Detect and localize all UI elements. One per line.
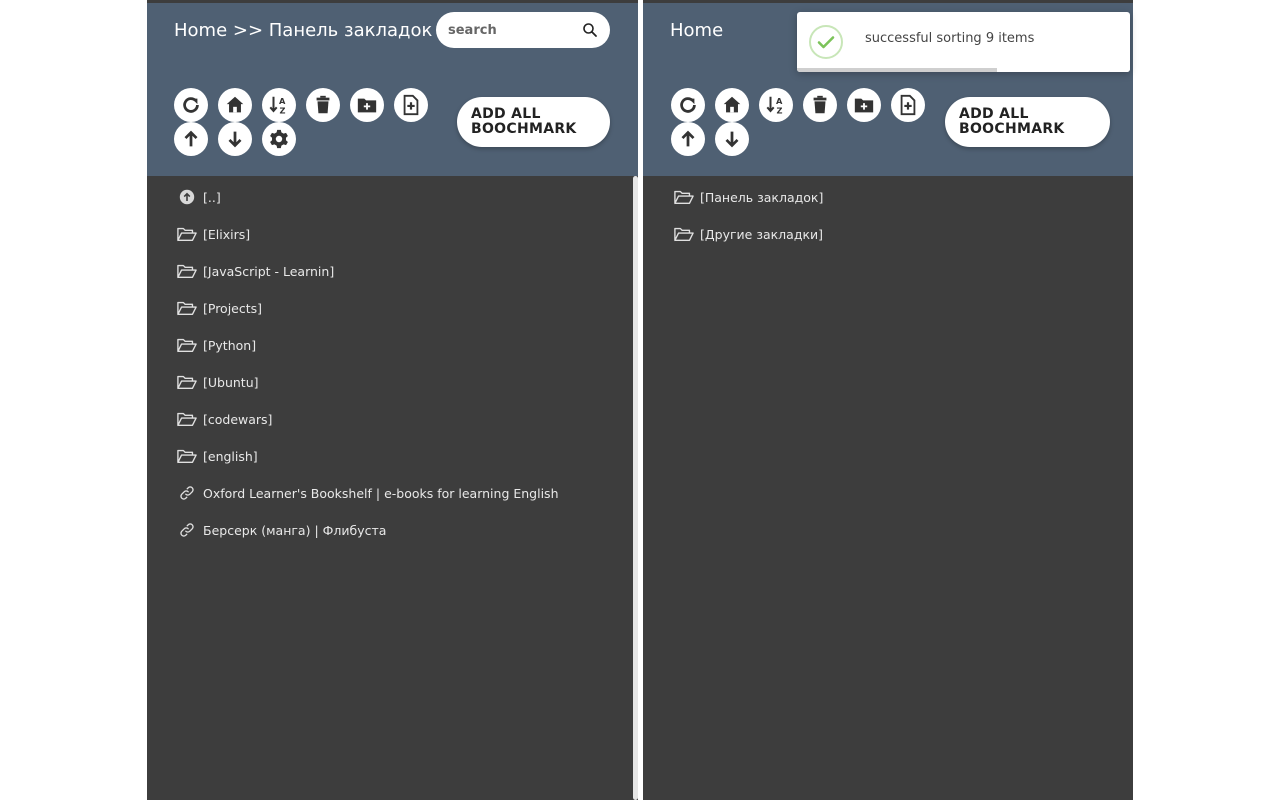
home-icon (723, 96, 741, 113)
move-up-button[interactable] (671, 122, 705, 156)
list-item-label: [Elixirs] (203, 226, 251, 242)
add-all-bookmarks-button[interactable]: ADD ALL BOOCHMARK (945, 97, 1110, 147)
trash-icon (316, 95, 330, 114)
up-circle-icon (179, 189, 195, 205)
left-header: Home >> Панель закладок AZ (147, 3, 638, 176)
toast-notification[interactable]: successful sorting 9 items (797, 12, 1130, 72)
list-item-label: [Другие закладки] (700, 226, 824, 242)
folder-icon (674, 227, 694, 242)
refresh-icon (680, 97, 696, 113)
folder-icon (177, 412, 197, 427)
add-folder-button[interactable] (847, 88, 881, 122)
list-item-label: [..] (203, 189, 221, 205)
sort-button[interactable]: AZ (262, 88, 296, 122)
toast-progress-track (797, 68, 1130, 72)
search-icon[interactable] (582, 22, 598, 38)
add-bookmark-icon (403, 94, 419, 116)
folder-icon (177, 338, 197, 353)
svg-text:Z: Z (776, 105, 782, 115)
list-item-label: [codewars] (203, 411, 273, 427)
breadcrumb[interactable]: Home (670, 19, 723, 43)
home-button[interactable] (715, 88, 749, 122)
list-item-label: [JavaScript - Learnin] (203, 263, 335, 279)
folder-icon (177, 301, 197, 316)
link-icon (180, 523, 194, 537)
list-item[interactable]: [english] (177, 445, 258, 467)
add-bookmark-icon (900, 94, 916, 116)
search-input[interactable] (448, 22, 576, 38)
list-item-label: [Projects] (203, 300, 263, 316)
sort-button[interactable]: AZ (759, 88, 793, 122)
refresh-button[interactable] (174, 88, 208, 122)
list-item[interactable]: [Ubuntu] (177, 371, 259, 393)
list-item-label: Берсерк (манга) | Флибуста (203, 522, 387, 538)
list-item-label: [Ubuntu] (203, 374, 259, 390)
list-item-label: [Python] (203, 337, 257, 353)
check-icon (817, 36, 835, 49)
move-up-button[interactable] (174, 122, 208, 156)
refresh-icon (183, 97, 199, 113)
link-icon (180, 486, 194, 500)
list-item[interactable]: [Python] (177, 334, 256, 356)
add-folder-button[interactable] (350, 88, 384, 122)
toast-progress-bar (797, 68, 997, 72)
add-folder-icon (854, 98, 874, 113)
right-pane: Home AZ ADD ALL BOOCHMARK [Панель заклад… (643, 3, 1133, 800)
delete-button[interactable] (803, 88, 837, 122)
list-item[interactable]: Берсерк (манга) | Флибуста (177, 519, 386, 541)
trash-icon (813, 95, 827, 114)
list-item[interactable]: [JavaScript - Learnin] (177, 260, 334, 282)
list-item[interactable]: [codewars] (177, 408, 272, 430)
gear-icon (270, 129, 288, 149)
sort-az-icon: AZ (766, 96, 783, 115)
list-item-label: Oxford Learner's Bookshelf | e-books for… (203, 485, 559, 501)
folder-icon (177, 375, 197, 390)
list-item-label: [english] (203, 448, 258, 464)
add-folder-icon (357, 98, 377, 113)
list-item[interactable]: Oxford Learner's Bookshelf | e-books for… (177, 482, 559, 504)
breadcrumb[interactable]: Home >> Панель закладок (174, 19, 432, 43)
toast-check-badge (809, 25, 843, 59)
move-down-button[interactable] (715, 122, 749, 156)
add-all-bookmarks-button[interactable]: ADD ALL BOOCHMARK (457, 97, 610, 147)
home-button[interactable] (218, 88, 252, 122)
arrow-up-icon (184, 130, 198, 147)
home-icon (226, 96, 244, 113)
sort-az-icon: AZ (269, 96, 286, 115)
folder-icon (674, 190, 694, 205)
list-item-label: [Панель закладок] (700, 189, 824, 205)
list-item[interactable]: [Панель закладок] (674, 186, 823, 208)
folder-icon (177, 264, 197, 279)
move-down-button[interactable] (218, 122, 252, 156)
arrow-down-icon (228, 131, 242, 148)
folder-icon (177, 449, 197, 464)
list-item[interactable]: [..] (177, 186, 221, 208)
add-bookmark-button[interactable] (394, 88, 428, 122)
list-item[interactable]: [Другие закладки] (674, 223, 823, 245)
add-bookmark-button[interactable] (891, 88, 925, 122)
search-box (436, 12, 610, 48)
delete-button[interactable] (306, 88, 340, 122)
svg-text:Z: Z (279, 105, 285, 115)
list-item[interactable]: [Projects] (177, 297, 262, 319)
folder-icon (177, 227, 197, 242)
left-pane: Home >> Панель закладок AZ (147, 3, 638, 800)
arrow-up-icon (681, 130, 695, 147)
arrow-down-icon (725, 131, 739, 148)
settings-button[interactable] (262, 122, 296, 156)
refresh-button[interactable] (671, 88, 705, 122)
toast-message: successful sorting 9 items (865, 31, 1035, 46)
list-item[interactable]: [Elixirs] (177, 223, 250, 245)
